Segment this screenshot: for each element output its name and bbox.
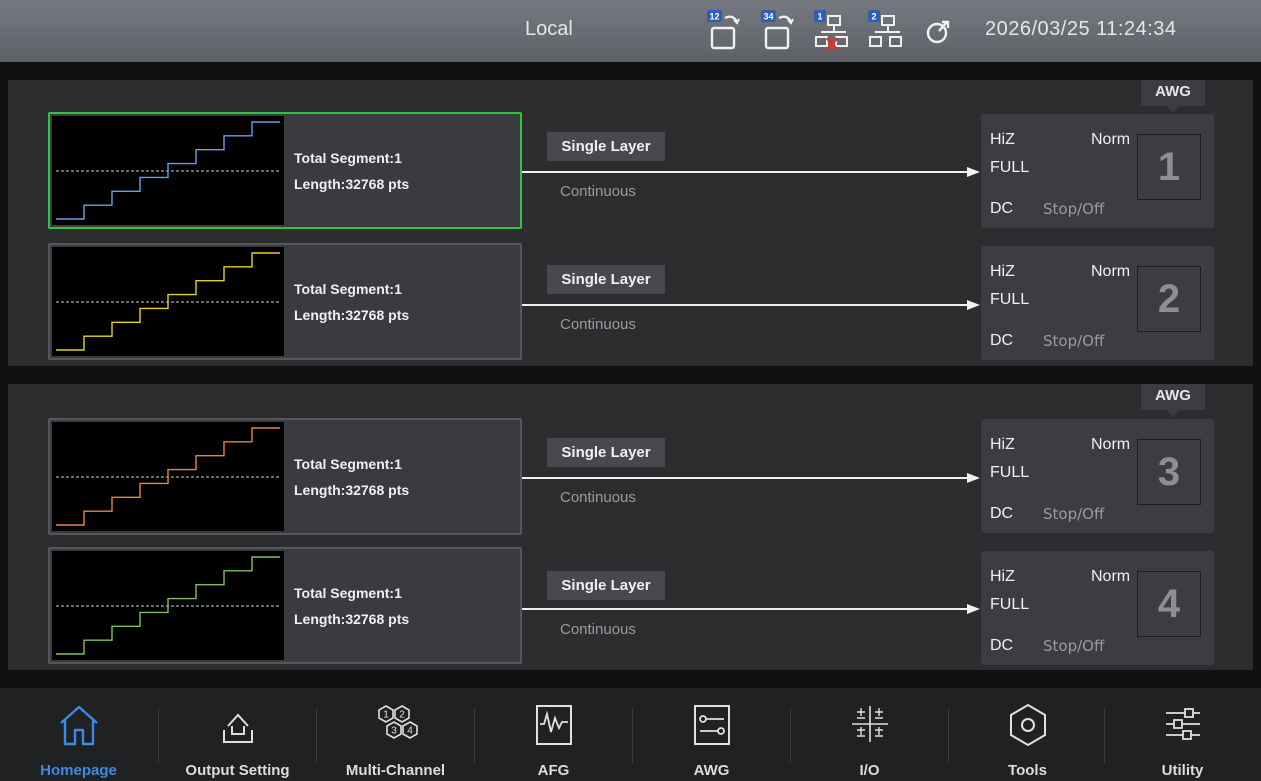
polarity-label: Norm [1091,568,1131,585]
io-icon [851,706,888,742]
svg-text:2: 2 [871,12,876,22]
svg-text:34: 34 [763,12,773,22]
signal-arrow [522,300,980,310]
group-mode-tag: AWG [1141,80,1205,113]
waveform-plot [52,422,284,531]
nav-afg[interactable]: AFG [475,688,632,781]
coupling-label: DC [990,637,1014,654]
output-state-label: Stop/Off [1043,332,1105,350]
channel-number: 3 [1137,439,1201,505]
channel-number: 4 [1137,571,1201,637]
impedance-label: HiZ [990,436,1015,453]
total-segment-label: Total Segment:1 [294,281,402,297]
polarity-label: Norm [1091,263,1131,280]
remote-mode-label: Local [525,18,573,40]
waveform-preview-ch3[interactable]: Total Segment:1 Length:32768 pts [48,418,522,535]
home-icon [59,705,98,746]
utility-icon [1165,708,1200,740]
layer-mode-button-ch4[interactable]: Single Layer [547,571,665,600]
polarity-label: Norm [1091,436,1131,453]
nav-utility[interactable]: Utility [1104,688,1261,781]
group-mode-tag: AWG [1141,384,1205,417]
waveform-plot [52,247,284,356]
datetime-display: 2026/03/25 11:24:34 [985,18,1177,40]
channel-number: 2 [1137,266,1201,332]
range-label: FULL [990,159,1030,176]
nav-output-setting[interactable]: Output Setting [159,688,316,781]
status-bar: Local 12 34 1 2 2026/03/25 11:24:34 [0,0,1261,62]
network-1-disconnected-icon[interactable]: 1 [812,8,852,54]
svg-text:1: 1 [817,12,822,22]
length-label: Length:32768 pts [294,482,410,498]
total-segment-label: Total Segment:1 [294,456,402,472]
svg-text:2: 2 [399,710,405,721]
signal-arrow [522,167,980,177]
waveform-plot [52,116,284,225]
run-mode-label-ch3: Continuous [560,489,636,506]
coupling-label: DC [990,332,1014,349]
svg-text:3: 3 [391,726,397,737]
range-label: FULL [990,596,1030,613]
layer-mode-button-ch1[interactable]: Single Layer [547,132,665,161]
coupling-label: DC [990,200,1014,217]
channel-34-sync-icon[interactable]: 34 [759,8,799,54]
range-label: FULL [990,464,1030,481]
multi-channel-icon: 12 34 [377,705,418,739]
polarity-label: Norm [1091,131,1131,148]
run-mode-label-ch1: Continuous [560,183,636,200]
channel-4-output-box[interactable]: HiZ Norm FULL DC Stop/Off 4 [981,551,1214,665]
nav-multi-channel[interactable]: 12 34 Multi-Channel [317,688,474,781]
bottom-navigation: Homepage Output Setting 12 34 Multi-Chan… [0,688,1261,781]
channel-2-output-box[interactable]: HiZ Norm FULL DC Stop/Off 2 [981,246,1214,360]
refresh-icon[interactable] [921,8,961,54]
length-label: Length:32768 pts [294,176,410,192]
impedance-label: HiZ [990,263,1015,280]
run-mode-label-ch2: Continuous [560,316,636,333]
waveform-preview-ch4[interactable]: Total Segment:1 Length:32768 pts [48,547,522,664]
output-state-label: Stop/Off [1043,505,1105,523]
nav-tools[interactable]: Tools [949,688,1106,781]
afg-icon [535,705,572,745]
impedance-label: HiZ [990,131,1015,148]
tools-icon [1009,703,1046,747]
signal-arrow [522,604,980,614]
waveform-plot [52,551,284,660]
svg-text:4: 4 [407,726,413,737]
nav-awg[interactable]: AWG [633,688,790,781]
waveform-preview-ch1[interactable]: Total Segment:1 Length:32768 pts [48,112,522,229]
output-setting-icon [222,713,253,743]
network-2-connected-icon[interactable]: 2 [866,8,906,54]
length-label: Length:32768 pts [294,307,410,323]
signal-arrow [522,473,980,483]
run-mode-label-ch4: Continuous [560,621,636,638]
awg-icon [693,705,730,745]
range-label: FULL [990,291,1030,308]
nav-homepage[interactable]: Homepage [0,688,157,781]
svg-text:1: 1 [383,710,389,721]
svg-text:12: 12 [709,12,719,22]
channel-3-output-box[interactable]: HiZ Norm FULL DC Stop/Off 3 [981,419,1214,533]
total-segment-label: Total Segment:1 [294,150,402,166]
output-state-label: Stop/Off [1043,200,1105,218]
total-segment-label: Total Segment:1 [294,585,402,601]
layer-mode-button-ch3[interactable]: Single Layer [547,438,665,467]
length-label: Length:32768 pts [294,611,410,627]
waveform-preview-ch2[interactable]: Total Segment:1 Length:32768 pts [48,243,522,360]
channel-1-output-box[interactable]: HiZ Norm FULL DC Stop/Off 1 [981,114,1214,228]
output-state-label: Stop/Off [1043,637,1105,655]
channel-12-sync-icon[interactable]: 12 [705,8,745,54]
nav-io[interactable]: I/O [791,688,948,781]
layer-mode-button-ch2[interactable]: Single Layer [547,265,665,294]
coupling-label: DC [990,505,1014,522]
channel-number: 1 [1137,134,1201,200]
impedance-label: HiZ [990,568,1015,585]
